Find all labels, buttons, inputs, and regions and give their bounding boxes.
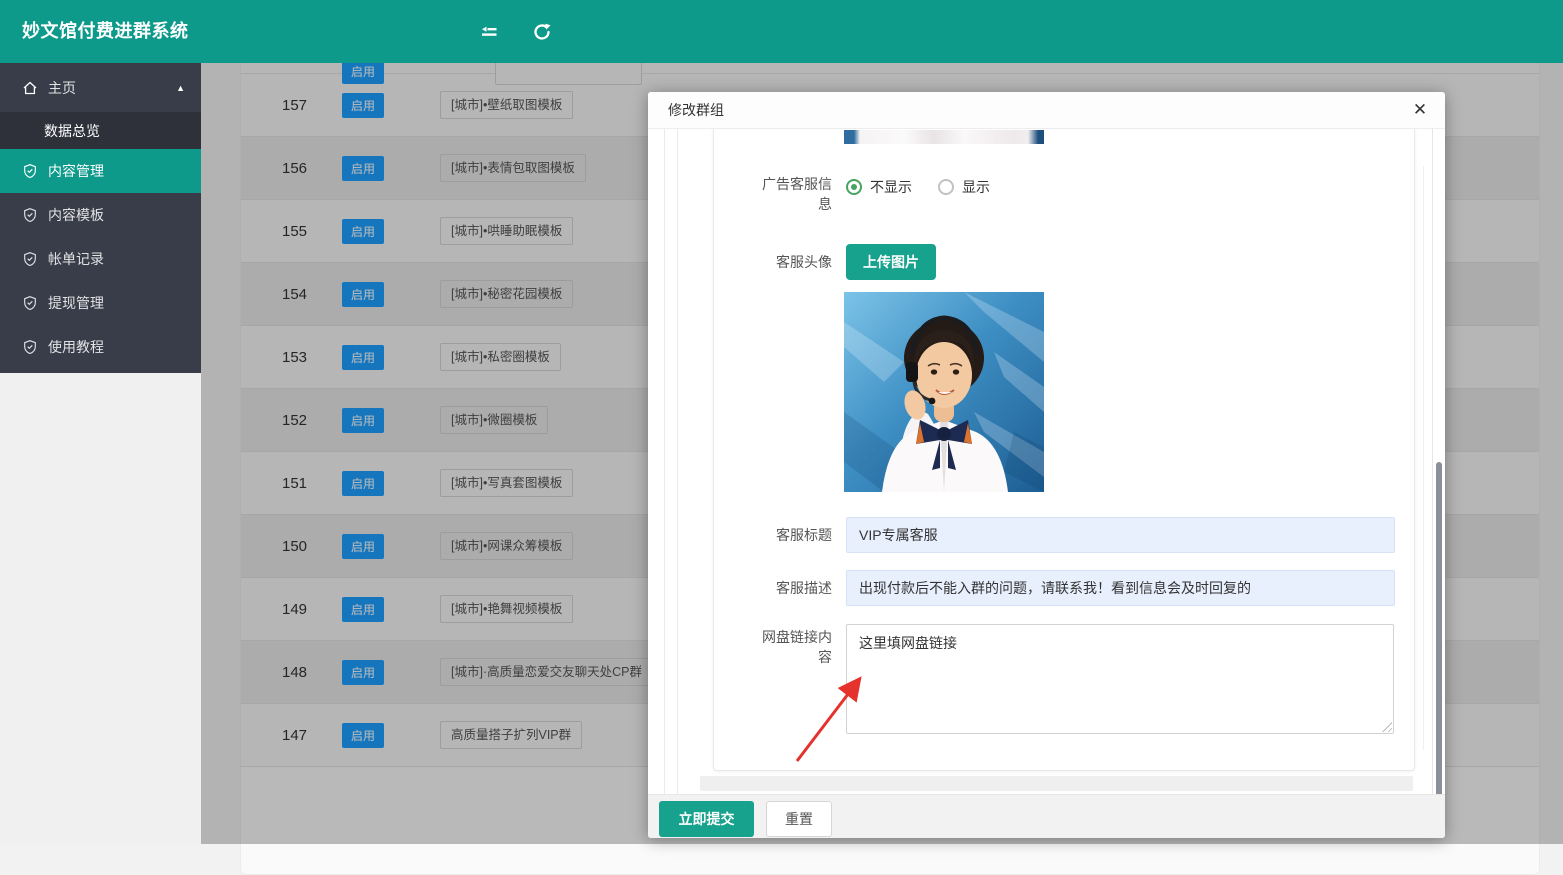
service-title-input[interactable] (846, 517, 1395, 553)
sidebar-item-home[interactable]: 主页 ▲ (0, 63, 201, 112)
scrollbar-track-line (1432, 128, 1433, 794)
app-title: 妙文馆付费进群系统 (22, 0, 189, 63)
app-header: 妙文馆付费进群系统 (0, 0, 1563, 63)
sidebar-empty-area (0, 373, 201, 844)
home-icon (22, 80, 38, 96)
sidebar-item-withdraw-manage[interactable]: 提现管理 (0, 281, 201, 325)
shield-check-icon (22, 163, 38, 179)
netdisk-textarea-wrap: 这里填网盘链接 (846, 624, 1394, 734)
avatar-label: 客服头像 (756, 252, 832, 272)
sidebar-item-label: 使用教程 (48, 337, 104, 357)
modal-footer: 立即提交 重置 (648, 794, 1445, 838)
modal-header: 修改群组 ✕ (648, 92, 1445, 129)
sidebar-item-label: 帐单记录 (48, 249, 104, 269)
netdisk-textarea[interactable]: 这里填网盘链接 (846, 624, 1394, 734)
service-title-label: 客服标题 (756, 525, 832, 545)
customer-service-photo (844, 292, 1044, 492)
shield-check-icon (22, 251, 38, 267)
sidebar-item-content-template[interactable]: 内容模板 (0, 193, 201, 237)
radio-unselected-icon[interactable] (938, 179, 954, 195)
sidebar-item-content-manage[interactable]: 内容管理 (0, 149, 201, 193)
submit-button[interactable]: 立即提交 (659, 801, 754, 837)
body-hairline (664, 129, 665, 794)
scrolled-element-strip (700, 776, 1413, 791)
modal-body: 广告客服信息 不显示 显示 客服头像 上传图片 (648, 129, 1445, 794)
edit-group-modal: 修改群组 ✕ 广告客服信息 不显示 显示 客服头像 上传图片 (648, 92, 1445, 838)
radio-label-show[interactable]: 显示 (962, 177, 990, 197)
body-hairline (677, 129, 678, 794)
modal-title: 修改群组 (668, 92, 724, 128)
netdisk-label: 网盘链接内容 (756, 627, 832, 667)
shield-check-icon (22, 207, 38, 223)
sidebar-item-label: 内容管理 (48, 161, 104, 181)
shield-check-icon (22, 339, 38, 355)
shield-check-icon (22, 295, 38, 311)
close-icon[interactable]: ✕ (1409, 99, 1431, 121)
edit-group-form-panel: 广告客服信息 不显示 显示 客服头像 上传图片 (713, 129, 1415, 771)
collapse-menu-icon[interactable] (478, 21, 500, 43)
upload-image-button[interactable]: 上传图片 (846, 244, 936, 280)
scrollbar-thumb[interactable] (1436, 462, 1442, 838)
caret-up-icon[interactable]: ▲ (176, 83, 185, 93)
service-desc-input[interactable] (846, 570, 1395, 606)
ad-service-label: 广告客服信息 (756, 174, 832, 214)
sidebar-item-label: 提现管理 (48, 293, 104, 313)
radio-label-hide[interactable]: 不显示 (870, 177, 912, 197)
ad-service-radio-group: 不显示 显示 (846, 177, 1016, 197)
sidebar-item-label: 内容模板 (48, 205, 104, 225)
service-desc-label: 客服描述 (756, 578, 832, 598)
reset-button[interactable]: 重置 (766, 801, 832, 837)
sidebar-item-label: 主页 (48, 78, 76, 98)
refresh-icon[interactable] (531, 21, 553, 43)
qr-image-partial (844, 130, 1044, 144)
sidebar-item-tutorial[interactable]: 使用教程 (0, 325, 201, 369)
body-hairline-right (1423, 166, 1424, 750)
sidebar-item-data-overview[interactable]: 数据总览 (0, 112, 201, 149)
sidebar-item-label: 数据总览 (44, 121, 100, 141)
radio-selected-icon[interactable] (846, 179, 862, 195)
sidebar-nav: 主页 ▲ 数据总览 内容管理 内容模板 帐单记录 提现管理 使用教程 (0, 63, 201, 373)
sidebar-item-bill-records[interactable]: 帐单记录 (0, 237, 201, 281)
